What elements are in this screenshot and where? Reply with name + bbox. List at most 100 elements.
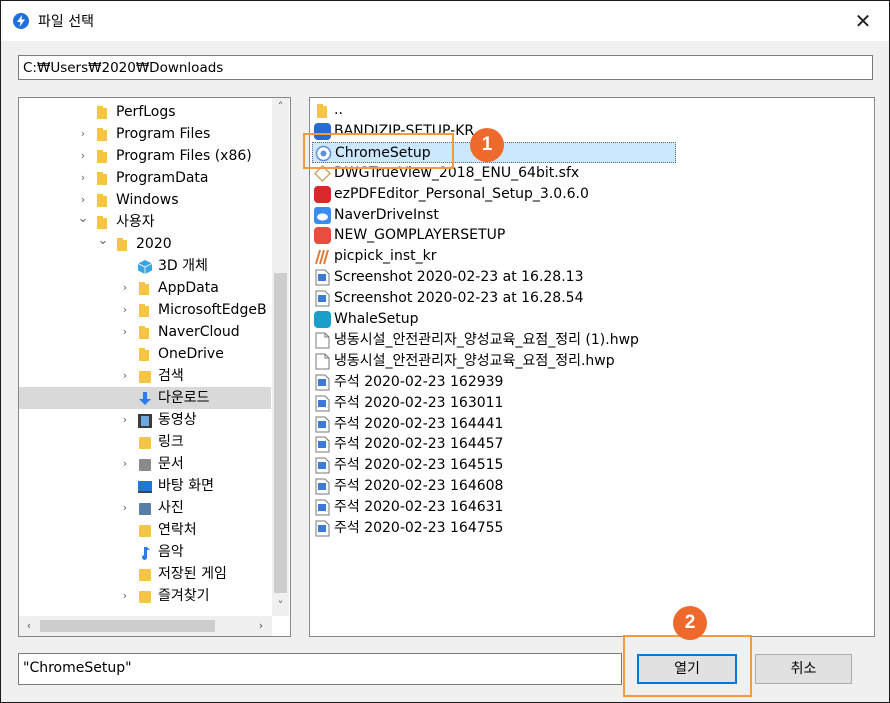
tree-item[interactable]: PerfLogs (19, 101, 271, 123)
scroll-thumb[interactable] (274, 273, 287, 593)
file-name: 주석 2020-02-23 164631 (334, 499, 504, 516)
tree-item[interactable]: 음악 (19, 541, 271, 563)
tree-item-label: 2020 (136, 236, 172, 252)
tree-item[interactable]: ⌄ 사용자 (19, 211, 271, 233)
chevron-right-icon[interactable]: › (119, 453, 131, 475)
tree-item[interactable]: 바탕 화면 (19, 475, 271, 497)
tree-item[interactable]: › Program Files (x86) (19, 145, 271, 167)
tree-item[interactable]: ⌄ 2020 (19, 233, 271, 255)
chevron-right-icon[interactable]: › (77, 145, 89, 167)
tree-item-label: 검색 (158, 368, 184, 384)
file-name: 주석 2020-02-23 164755 (334, 520, 504, 536)
file-name: NEW_GOMPLAYERSETUP (334, 227, 506, 244)
tree-item-label: PerfLogs (116, 104, 176, 120)
tree-item[interactable]: › AppData (19, 277, 271, 299)
folder-tree[interactable]: PerfLogs › Program Files › Program Files (x8… (18, 97, 291, 637)
music-icon (138, 545, 152, 560)
close-icon[interactable]: ✕ (851, 9, 875, 33)
tree-item-label: 동영상 (158, 412, 197, 428)
scroll-left-icon[interactable]: ‹ (21, 618, 37, 634)
file-name: 냉동시설_안전관리자_양성교육_요점_정리.hwp (334, 352, 615, 369)
tree-horizontal-scrollbar[interactable]: ‹ › (19, 616, 272, 636)
tree-item[interactable]: 링크 (19, 431, 271, 453)
folder-icon (138, 281, 152, 295)
picpick-icon (314, 248, 331, 265)
favorites-icon (138, 589, 152, 603)
documents-icon (138, 457, 152, 471)
saved-games-icon (138, 567, 152, 581)
scroll-thumb[interactable] (40, 620, 215, 632)
folder-icon (138, 325, 152, 339)
folder-icon (116, 237, 130, 251)
file-name: 주석 2020-02-23 164457 (334, 436, 504, 453)
tree-item[interactable]: 다운로드 (19, 387, 271, 409)
chevron-right-icon[interactable]: › (119, 321, 131, 343)
search-folder-icon (138, 369, 152, 383)
chevron-right-icon[interactable]: › (119, 365, 131, 387)
tree-item-label: ProgramData (116, 170, 209, 186)
chevron-right-icon[interactable]: › (77, 167, 89, 189)
tree-item-label: 음악 (158, 544, 184, 560)
tree-item[interactable]: 3D 개체 (19, 255, 271, 277)
image-file-icon (314, 436, 331, 453)
tree-item-label: 즐겨찾기 (158, 588, 210, 604)
tree-item-label: 다운로드 (158, 390, 210, 406)
file-name: 주석 2020-02-23 164608 (334, 478, 504, 495)
scroll-down-icon[interactable]: ˅ (272, 597, 289, 614)
tree-item[interactable]: › 사진 (19, 497, 271, 519)
tree-item[interactable]: OneDrive (19, 343, 271, 365)
image-file-icon (314, 395, 331, 412)
chevron-right-icon[interactable]: › (119, 585, 131, 607)
desktop-icon (138, 479, 152, 493)
chevron-right-icon[interactable]: › (119, 409, 131, 431)
chevron-right-icon[interactable]: › (119, 299, 131, 321)
video-icon (138, 413, 152, 428)
blank-file-icon (314, 332, 331, 349)
tree-item[interactable]: › 즐겨찾기 (19, 585, 271, 607)
file-name: 주석 2020-02-23 162939 (334, 373, 504, 390)
tree-item-label: 바탕 화면 (158, 478, 214, 494)
tree-item[interactable]: › Program Files (19, 123, 271, 145)
file-name: ezPDFEditor_Personal_Setup_3.0.6.0 (334, 185, 589, 202)
tree-item[interactable]: › ProgramData (19, 167, 271, 189)
cancel-button[interactable]: 취소 (755, 654, 852, 684)
tree-item[interactable]: › 문서 (19, 453, 271, 475)
image-file-icon (314, 478, 331, 495)
file-name: .. (334, 102, 343, 118)
tree-item[interactable]: 저장된 게임 (19, 563, 271, 585)
gomplayer-icon (314, 227, 331, 245)
scroll-right-icon[interactable]: › (253, 618, 269, 634)
tree-item[interactable]: › MicrosoftEdgeB (19, 299, 271, 321)
filename-input[interactable]: "ChromeSetup" (18, 653, 622, 685)
chevron-down-icon[interactable]: ⌄ (77, 208, 89, 230)
tree-item-label: Program Files (x86) (116, 148, 252, 164)
chevron-right-icon[interactable]: › (119, 497, 131, 519)
links-icon (138, 435, 152, 449)
file-list[interactable]: .. BANDIZIP-SETUP-KR ChromeSetup DWGTrueVie… (309, 97, 875, 637)
whale-icon (314, 311, 331, 328)
step1-highlight (303, 133, 454, 169)
folder-icon (96, 171, 110, 185)
folder-icon (96, 127, 110, 141)
path-input[interactable]: C:₩Users₩2020₩Downloads (18, 55, 873, 80)
scroll-up-icon[interactable]: ˄ (272, 98, 289, 115)
image-file-icon (314, 290, 331, 307)
chevron-down-icon[interactable]: ⌄ (97, 230, 109, 252)
tree-item-label: 문서 (158, 456, 184, 472)
tree-item[interactable]: › 검색 (19, 365, 271, 387)
tree-item-label: MicrosoftEdgeB (158, 302, 267, 318)
tree-item[interactable]: › 동영상 (19, 409, 271, 431)
folder-icon (138, 303, 152, 317)
chevron-right-icon[interactable]: › (77, 123, 89, 145)
tree-item-label: 연락처 (158, 522, 197, 538)
tree-vertical-scrollbar[interactable]: ˄ ˅ (272, 98, 289, 616)
step2-highlight (623, 635, 752, 697)
tree-item[interactable]: › NaverCloud (19, 321, 271, 343)
chevron-right-icon[interactable]: › (119, 277, 131, 299)
tree-item-label: Program Files (116, 126, 211, 142)
tree-item[interactable]: › Windows (19, 189, 271, 211)
file-name: 주석 2020-02-23 163011 (334, 394, 504, 411)
tree-item[interactable]: 연락처 (19, 519, 271, 541)
image-file-icon (314, 520, 331, 537)
file-name: Screenshot 2020-02-23 at 16.28.54 (334, 290, 584, 307)
